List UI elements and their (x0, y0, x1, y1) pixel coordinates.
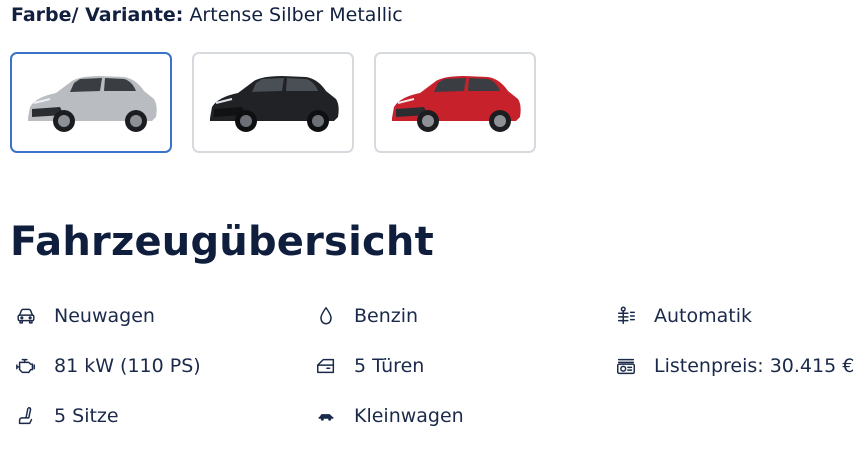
color-variant-label: Farbe/ Variante: (11, 4, 184, 26)
color-variant-value: Artense Silber Metallic (189, 4, 403, 26)
car-image-silver (28, 75, 157, 132)
price-tag-icon (614, 354, 638, 378)
feature-condition-label: Neuwagen (54, 305, 155, 327)
car-image-red (392, 75, 521, 132)
feature-list-price: Listenpreis: 30.415 € (614, 354, 854, 378)
feature-transmission-label: Automatik (654, 305, 752, 327)
color-variant-line: Farbe/ Variante: Artense Silber Metallic (11, 3, 403, 27)
color-swatch-red[interactable] (374, 52, 536, 153)
feature-power-label: 81 kW (110 PS) (54, 355, 201, 377)
feature-body-type-label: Kleinwagen (354, 405, 464, 427)
car-front-icon (14, 304, 38, 328)
gear-shift-icon (614, 304, 638, 328)
feature-seats: 5 Sitze (14, 404, 119, 428)
car-door-icon (314, 354, 338, 378)
color-swatch-black[interactable] (192, 52, 354, 153)
color-swatch-list (10, 52, 536, 153)
car-seat-icon (14, 404, 38, 428)
fuel-drop-icon (314, 304, 338, 328)
engine-icon (14, 354, 38, 378)
feature-list-price-label: Listenpreis: 30.415 € (654, 355, 855, 377)
feature-fuel-label: Benzin (354, 305, 419, 327)
overview-title: Fahrzeugübersicht (10, 219, 434, 265)
feature-fuel: Benzin (314, 304, 418, 328)
feature-power: 81 kW (110 PS) (14, 354, 201, 378)
feature-body-type: Kleinwagen (314, 404, 464, 428)
feature-seats-label: 5 Sitze (54, 405, 119, 427)
color-swatch-silver[interactable] (10, 52, 172, 153)
feature-transmission: Automatik (614, 304, 752, 328)
feature-doors-label: 5 Türen (354, 355, 425, 377)
feature-condition: Neuwagen (14, 304, 155, 328)
small-car-icon (314, 404, 338, 428)
feature-doors: 5 Türen (314, 354, 424, 378)
car-image-black (210, 75, 339, 132)
